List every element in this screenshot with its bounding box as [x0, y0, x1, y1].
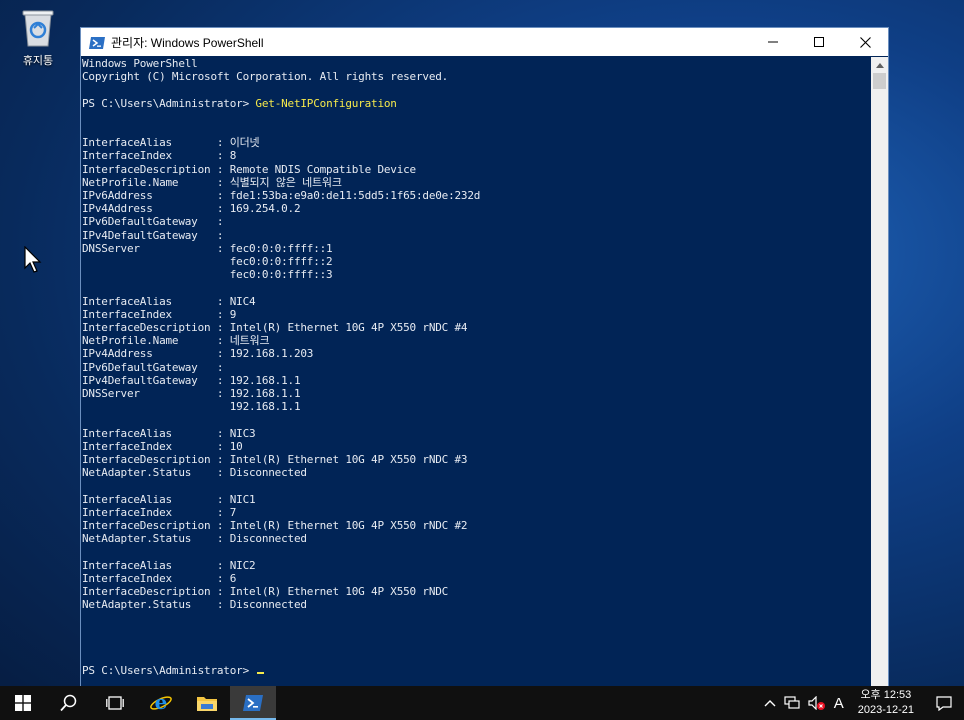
powershell-icon: [89, 35, 105, 49]
file-explorer-button[interactable]: [184, 686, 230, 720]
window-titlebar[interactable]: 관리자: Windows PowerShell: [81, 28, 888, 56]
console-line: IPv6DefaultGateway :: [82, 215, 224, 229]
console-line: InterfaceAlias : NIC4: [82, 294, 256, 308]
recycle-bin-icon: [20, 8, 56, 48]
task-view-icon: [106, 696, 124, 710]
show-hidden-icons-button[interactable]: [760, 699, 780, 707]
network-button[interactable]: [780, 696, 804, 710]
console-line: InterfaceIndex : 6: [82, 571, 237, 585]
powershell-taskbar-button[interactable]: [230, 686, 276, 720]
window-title: 관리자: Windows PowerShell: [111, 35, 264, 50]
vertical-scrollbar[interactable]: [871, 57, 888, 686]
console-line: InterfaceIndex : 9: [82, 307, 237, 321]
console-line: NetAdapter.Status : Disconnected: [82, 598, 307, 612]
console-line: IPv6Address : fde1:53ba:e9a0:de11:5dd5:1…: [82, 189, 481, 203]
console-line: 192.168.1.1: [82, 400, 301, 414]
console-text: Windows PowerShell Copyright (C) Microso…: [82, 57, 871, 678]
task-view-button[interactable]: [92, 686, 138, 720]
text-cursor: [257, 672, 265, 675]
console-line: IPv4DefaultGateway :: [82, 228, 224, 242]
search-button[interactable]: [46, 686, 92, 720]
chevron-up-icon: [764, 700, 776, 707]
maximize-icon: [814, 37, 824, 47]
close-button[interactable]: [842, 28, 888, 56]
console-line: NetProfile.Name : 네트워크: [82, 334, 270, 348]
console-output[interactable]: Windows PowerShell Copyright (C) Microso…: [82, 57, 871, 686]
console-line: DNSServer : 192.168.1.1: [82, 387, 301, 401]
start-icon: [15, 695, 31, 711]
console-line: NetAdapter.Status : Disconnected: [82, 532, 307, 546]
clock-date: 2023-12-21: [857, 704, 914, 716]
console-line: InterfaceIndex : 8: [82, 149, 237, 163]
notification-icon: [936, 695, 952, 711]
console-line: InterfaceIndex : 10: [82, 439, 243, 453]
console-line: InterfaceDescription : Intel(R) Ethernet…: [82, 321, 468, 335]
console-line: Windows PowerShell: [82, 57, 198, 70]
console-line: InterfaceAlias : 이더넷: [82, 136, 260, 150]
internet-explorer-button[interactable]: e: [138, 686, 184, 720]
console-command: Get-NetIPConfiguration: [255, 96, 397, 110]
console-line: IPv6DefaultGateway :: [82, 360, 224, 374]
clock[interactable]: 오후 12:53 2023-12-21: [848, 688, 924, 718]
console-line: Copyright (C) Microsoft Corporation. All…: [82, 70, 449, 84]
console-line: InterfaceDescription : Intel(R) Ethernet…: [82, 519, 468, 533]
scroll-up-arrow-icon[interactable]: [871, 57, 888, 73]
taskbar: e A 오후 12:53 2023-12-21: [0, 686, 964, 720]
mouse-cursor-icon: [24, 245, 42, 274]
powershell-window[interactable]: 관리자: Windows PowerShell Windows PowerShe…: [81, 28, 888, 686]
scrollbar-thumb[interactable]: [873, 73, 886, 89]
console-line: NetAdapter.Status : Disconnected: [82, 466, 307, 480]
console-line: InterfaceAlias : NIC2: [82, 558, 256, 572]
recycle-bin[interactable]: 휴지통: [14, 8, 62, 68]
console-line: InterfaceDescription : Remote NDIS Compa…: [82, 162, 416, 176]
minimize-button[interactable]: [750, 28, 796, 56]
console-line: fec0:0:0:ffff::2: [82, 255, 333, 269]
console-line: InterfaceAlias : NIC3: [82, 426, 256, 440]
close-icon: [859, 36, 871, 48]
console-line: PS C:\Users\Administrator>: [82, 96, 256, 110]
internet-explorer-icon: e: [150, 692, 172, 714]
console-line: IPv4DefaultGateway : 192.168.1.1: [82, 373, 301, 387]
volume-button[interactable]: [804, 696, 830, 710]
recycle-bin-label: 휴지통: [22, 54, 54, 67]
search-icon: [60, 694, 77, 712]
console-line: fec0:0:0:ffff::3: [82, 268, 333, 282]
maximize-button[interactable]: [796, 28, 842, 56]
svg-text:e: e: [155, 692, 168, 714]
console-line: IPv4Address : 192.168.1.203: [82, 347, 314, 361]
action-center-button[interactable]: [924, 686, 964, 720]
console-line: InterfaceIndex : 7: [82, 505, 237, 519]
start-button[interactable]: [0, 686, 46, 720]
network-icon: [784, 696, 800, 709]
minimize-icon: [768, 41, 778, 43]
console-line: DNSServer : fec0:0:0:ffff::1: [82, 241, 333, 255]
console-line: InterfaceAlias : NIC1: [82, 492, 256, 506]
file-explorer-icon: [197, 697, 217, 711]
console-line: InterfaceDescription : Intel(R) Ethernet…: [82, 585, 449, 599]
clock-time: 오후 12:53: [860, 689, 912, 701]
powershell-icon: [243, 695, 263, 711]
ime-indicator[interactable]: A: [830, 695, 848, 712]
console-line: PS C:\Users\Administrator>: [82, 664, 256, 678]
system-tray: A 오후 12:53 2023-12-21: [760, 686, 964, 720]
console-line: NetProfile.Name : 식별되지 않은 네트워크: [82, 175, 342, 189]
console-line: IPv4Address : 169.254.0.2: [82, 202, 301, 216]
console-line: InterfaceDescription : Intel(R) Ethernet…: [82, 453, 468, 467]
volume-muted-icon: [808, 696, 825, 710]
